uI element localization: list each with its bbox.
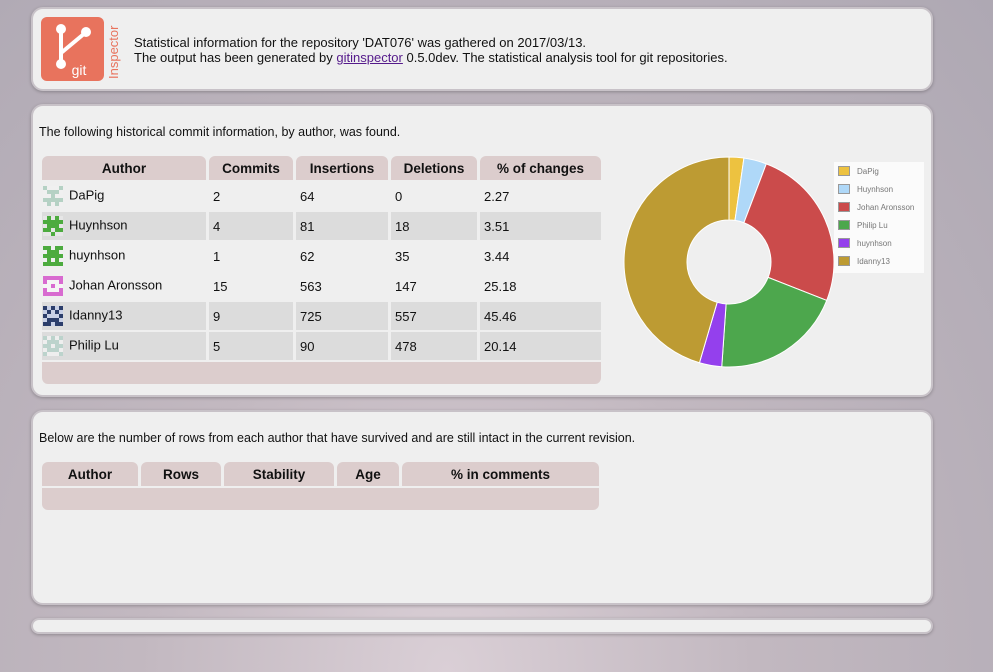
column-header-author[interactable]: Author	[42, 462, 138, 486]
author-cell: huynhson	[42, 242, 206, 270]
changes-cell: 3.44	[480, 242, 601, 270]
deletions-cell: 478	[391, 332, 477, 360]
column-header-comments[interactable]: % in comments	[402, 462, 599, 486]
table-footer	[42, 488, 599, 510]
commits-cell: 5	[209, 332, 293, 360]
commits-cell: 9	[209, 302, 293, 330]
changes-cell: 25.18	[480, 272, 601, 300]
changes-table: Author Commits Insertions Deletions % of…	[39, 154, 604, 386]
table-row: Johan Aronsson 15 563 147 25.18	[42, 272, 601, 300]
insertions-cell: 563	[296, 272, 388, 300]
commits-cell: 4	[209, 212, 293, 240]
column-header-age[interactable]: Age	[337, 462, 399, 486]
deletions-cell: 18	[391, 212, 477, 240]
changes-cell: 3.51	[480, 212, 601, 240]
legend-swatch	[838, 184, 850, 194]
table-row: Idanny13 9 725 557 45.46	[42, 302, 601, 330]
blame-panel: Below are the number of rows from each a…	[31, 410, 933, 605]
table-row: Philip Lu 5 90 478 20.14	[42, 332, 601, 360]
changes-pie-chart	[623, 156, 835, 368]
author-cell: DaPig	[42, 182, 206, 210]
blame-intro: Below are the number of rows from each a…	[39, 431, 636, 445]
header-line-2: The output has been generated by gitinsp…	[134, 50, 728, 65]
insertions-cell: 81	[296, 212, 388, 240]
changes-cell: 20.14	[480, 332, 601, 360]
column-header-commits[interactable]: Commits	[209, 156, 293, 180]
insertions-cell: 725	[296, 302, 388, 330]
legend-swatch	[838, 202, 850, 212]
author-cell: Johan Aronsson	[42, 272, 206, 300]
legend-label: Johan Aronsson	[857, 203, 915, 212]
legend-label: Idanny13	[857, 257, 890, 266]
header-panel: git Inspector Statistical information fo…	[31, 7, 933, 91]
svg-text:Inspector: Inspector	[106, 25, 121, 79]
table-row: DaPig 2 64 0 2.27	[42, 182, 601, 210]
footer-panel	[31, 618, 933, 634]
commits-cell: 2	[209, 182, 293, 210]
gitinspector-logo: git Inspector	[41, 17, 121, 81]
author-cell: Philip Lu	[42, 332, 206, 360]
avatar	[43, 186, 63, 206]
avatar	[43, 336, 63, 356]
blame-table: Author Rows Stability Age % in comments	[39, 460, 602, 512]
svg-text:git: git	[72, 62, 87, 78]
table-footer	[42, 362, 601, 384]
author-cell: Idanny13	[42, 302, 206, 330]
insertions-cell: 62	[296, 242, 388, 270]
history-intro: The following historical commit informat…	[39, 125, 401, 139]
insertions-cell: 64	[296, 182, 388, 210]
deletions-cell: 0	[391, 182, 477, 210]
column-header-insertions[interactable]: Insertions	[296, 156, 388, 180]
avatar	[43, 306, 63, 326]
table-row: huynhson 1 62 35 3.44	[42, 242, 601, 270]
legend-label: huynhson	[857, 239, 892, 248]
history-panel: The following historical commit informat…	[31, 104, 933, 397]
column-header-rows[interactable]: Rows	[141, 462, 221, 486]
insertions-cell: 90	[296, 332, 388, 360]
commits-cell: 15	[209, 272, 293, 300]
changes-cell: 45.46	[480, 302, 601, 330]
column-header-changes[interactable]: % of changes	[480, 156, 601, 180]
chart-legend: DaPig Huynhson Johan Aronsson Philip Lu huyn…	[834, 162, 924, 273]
legend-label: Huynhson	[857, 185, 894, 194]
legend-swatch	[838, 166, 850, 176]
author-cell: Huynhson	[42, 212, 206, 240]
header-line-1: Statistical information for the reposito…	[134, 35, 587, 50]
deletions-cell: 147	[391, 272, 477, 300]
header-info: Statistical information for the reposito…	[134, 35, 728, 65]
commits-cell: 1	[209, 242, 293, 270]
table-row: Huynhson 4 81 18 3.51	[42, 212, 601, 240]
avatar	[43, 276, 63, 296]
legend-label: Philip Lu	[857, 221, 888, 230]
gitinspector-link[interactable]: gitinspector	[336, 50, 402, 65]
column-header-author[interactable]: Author	[42, 156, 206, 180]
legend-swatch	[838, 256, 850, 266]
avatar	[43, 246, 63, 266]
legend-label: DaPig	[857, 167, 879, 176]
legend-swatch	[838, 238, 850, 248]
column-header-stability[interactable]: Stability	[224, 462, 334, 486]
deletions-cell: 35	[391, 242, 477, 270]
legend-swatch	[838, 220, 850, 230]
column-header-deletions[interactable]: Deletions	[391, 156, 477, 180]
deletions-cell: 557	[391, 302, 477, 330]
changes-cell: 2.27	[480, 182, 601, 210]
avatar	[43, 216, 63, 236]
